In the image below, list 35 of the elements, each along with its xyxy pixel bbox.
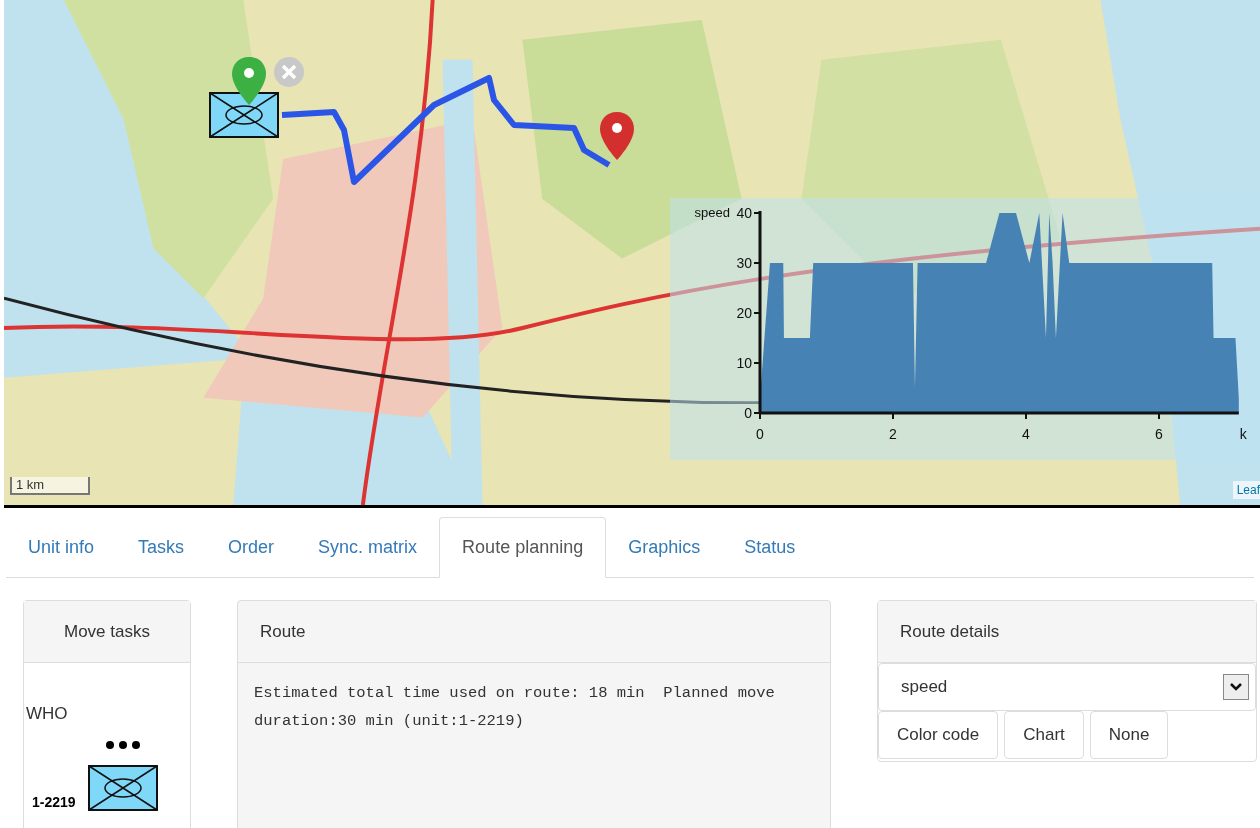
unit-symbol-icon	[209, 92, 279, 138]
x-tick-label: 6	[1155, 426, 1163, 442]
tab[interactable]: Sync. matrix	[296, 517, 440, 577]
y-axis-label: speed	[694, 205, 730, 220]
display-mode-button[interactable]: None	[1089, 711, 1169, 759]
x-tick-label: 0	[756, 426, 764, 442]
tab[interactable]: Order	[206, 517, 297, 577]
who-label: WHO	[26, 703, 69, 725]
close-icon[interactable]	[272, 55, 306, 89]
tab[interactable]: Route planning	[439, 517, 607, 578]
x-tick-label: 4	[1022, 426, 1030, 442]
y-tick-label: 20	[736, 305, 752, 321]
y-tick-label: 40	[736, 205, 752, 221]
route-summary: Estimated total time used on route: 18 min Planned move duration:30 min (unit:1-2219)	[254, 683, 776, 732]
tab[interactable]: Tasks	[116, 517, 207, 577]
tab[interactable]: Status	[722, 517, 818, 577]
panel-title: Move tasks	[64, 620, 150, 643]
y-tick-label: 10	[736, 355, 752, 371]
destination-marker-icon	[598, 110, 636, 162]
tab[interactable]: Unit info	[6, 517, 117, 577]
scale-bar: 1 km	[10, 477, 90, 495]
x-axis-label: k	[1239, 426, 1247, 442]
unit-id: 1-2219	[32, 792, 76, 812]
metric-select[interactable]: speed	[878, 663, 1256, 711]
panel-title: Route	[260, 620, 306, 643]
panel-title: Route details	[900, 620, 1000, 643]
display-mode-button[interactable]: Chart	[1004, 711, 1084, 759]
x-tick-label: 2	[889, 426, 897, 442]
display-mode-button[interactable]: Color code	[878, 711, 999, 759]
y-tick-label: 0	[744, 405, 752, 421]
start-marker-icon	[230, 55, 268, 107]
tab[interactable]: Graphics	[606, 517, 723, 577]
dropdown-icon	[1223, 674, 1249, 700]
attribution-link[interactable]: Leaf	[1232, 481, 1260, 499]
y-tick-label: 30	[736, 255, 752, 271]
